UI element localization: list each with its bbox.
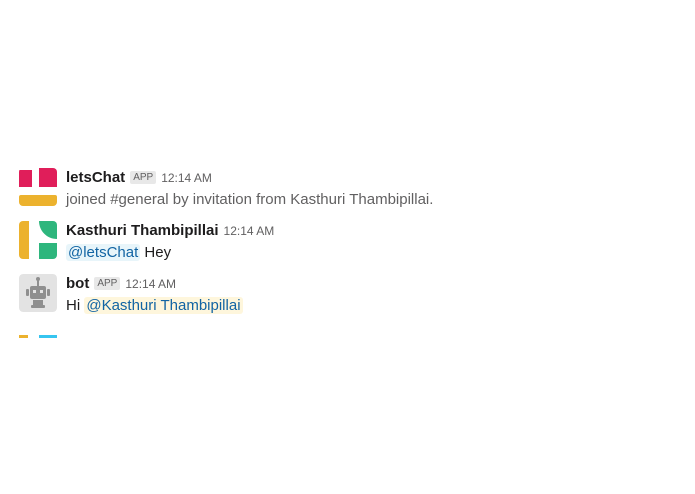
message-header: bot APP 12:14 AM: [66, 275, 685, 295]
message-text: @letsChat Hey: [66, 242, 685, 264]
next-avatar-peek: [19, 325, 59, 338]
user-avatar-icon[interactable]: [19, 221, 57, 259]
sender-name[interactable]: Kasthuri Thambipillai: [66, 222, 219, 239]
message-text: Hi @Kasthuri Thambipillai: [66, 295, 685, 317]
app-badge: APP: [130, 171, 157, 184]
message-content: Kasthuri Thambipillai 12:14 AM @letsChat…: [66, 222, 685, 264]
message-text: joined #general by invitation from Kasth…: [66, 191, 434, 208]
app-badge: APP: [94, 277, 121, 290]
mention-link[interactable]: @Kasthuri Thambipillai: [84, 297, 243, 314]
message-content: letsChat APP 12:14 AM joined #general by…: [66, 169, 685, 211]
message-header: Kasthuri Thambipillai 12:14 AM: [66, 222, 685, 242]
timestamp[interactable]: 12:14 AM: [224, 224, 275, 238]
timestamp[interactable]: 12:14 AM: [161, 171, 212, 185]
timestamp[interactable]: 12:14 AM: [125, 277, 176, 291]
bot-robot-icon[interactable]: [19, 274, 57, 312]
sender-name[interactable]: bot: [66, 275, 89, 292]
message-text-lead: Hi: [66, 297, 85, 314]
message-header: letsChat APP 12:14 AM: [66, 169, 685, 189]
mention-link[interactable]: @letsChat: [66, 244, 141, 261]
message-text-rest: Hey: [140, 244, 172, 261]
message-content: bot APP 12:14 AM Hi @Kasthuri Thambipill…: [66, 275, 685, 317]
letschat-logo-icon[interactable]: [19, 168, 57, 206]
sender-name[interactable]: letsChat: [66, 169, 125, 186]
